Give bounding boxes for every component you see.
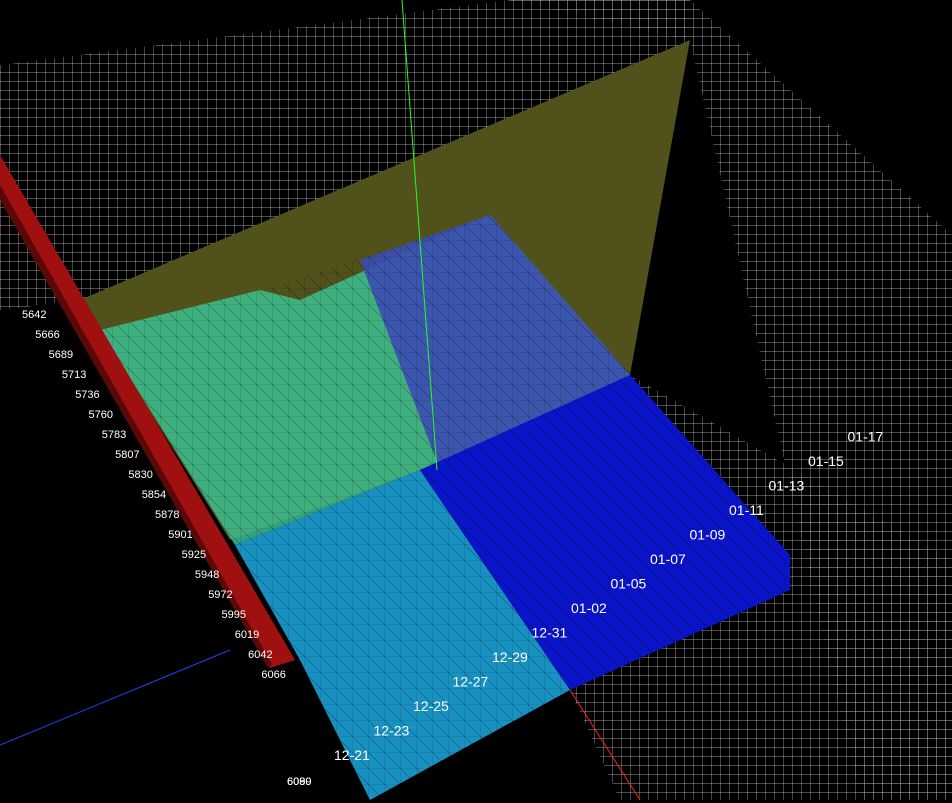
depth-tick-label: 6090 [287,776,311,788]
date-tick-label: 12-29 [492,649,528,665]
depth-tick-label: 5925 [182,549,206,561]
depth-tick-label: 5901 [168,529,192,541]
date-tick-label: 12-23 [374,723,410,739]
date-tick-label: 01-07 [650,551,686,567]
date-tick-label: 01-17 [848,429,884,445]
date-tick-label: 01-02 [571,600,607,616]
date-tick-label: 12-31 [532,625,568,641]
date-tick-label: 01-13 [769,478,805,494]
date-tick-label: 01-09 [690,527,726,543]
depth-tick-label: 5642 [22,309,46,321]
depth-tick-label: 5830 [128,469,152,481]
depth-tick-label: 5783 [102,429,126,441]
depth-tick-label: 5736 [75,389,99,401]
depth-tick-label: 5713 [62,369,86,381]
depth-tick-label: 5666 [35,329,59,341]
date-tick-label: 12-21 [334,747,370,763]
depth-tick-label: 6042 [248,649,272,661]
depth-tick-label: 5807 [115,449,139,461]
depth-tick-label: 5948 [195,569,219,581]
date-tick-label: 01-05 [611,576,647,592]
surface-plot-3d[interactable]: 5642 5666 5689 5713 5736 5760 5783 5807 5830 5854… [0,0,952,803]
date-tick-label: 01-15 [808,453,844,469]
date-tick-label: 12-25 [413,698,449,714]
depth-tick-label: 6066 [261,669,285,681]
depth-tick-label: 5854 [142,489,166,501]
depth-tick-label: 5689 [49,349,73,361]
depth-tick-label: 5995 [222,609,246,621]
depth-tick-label: 5972 [208,589,232,601]
depth-tick-label: 6019 [235,629,259,641]
date-tick-label: 01-11 [729,502,764,518]
depth-tick-label: 5760 [89,409,113,421]
depth-tick-label: 5878 [155,509,179,521]
date-tick-label: 12-27 [453,674,489,690]
